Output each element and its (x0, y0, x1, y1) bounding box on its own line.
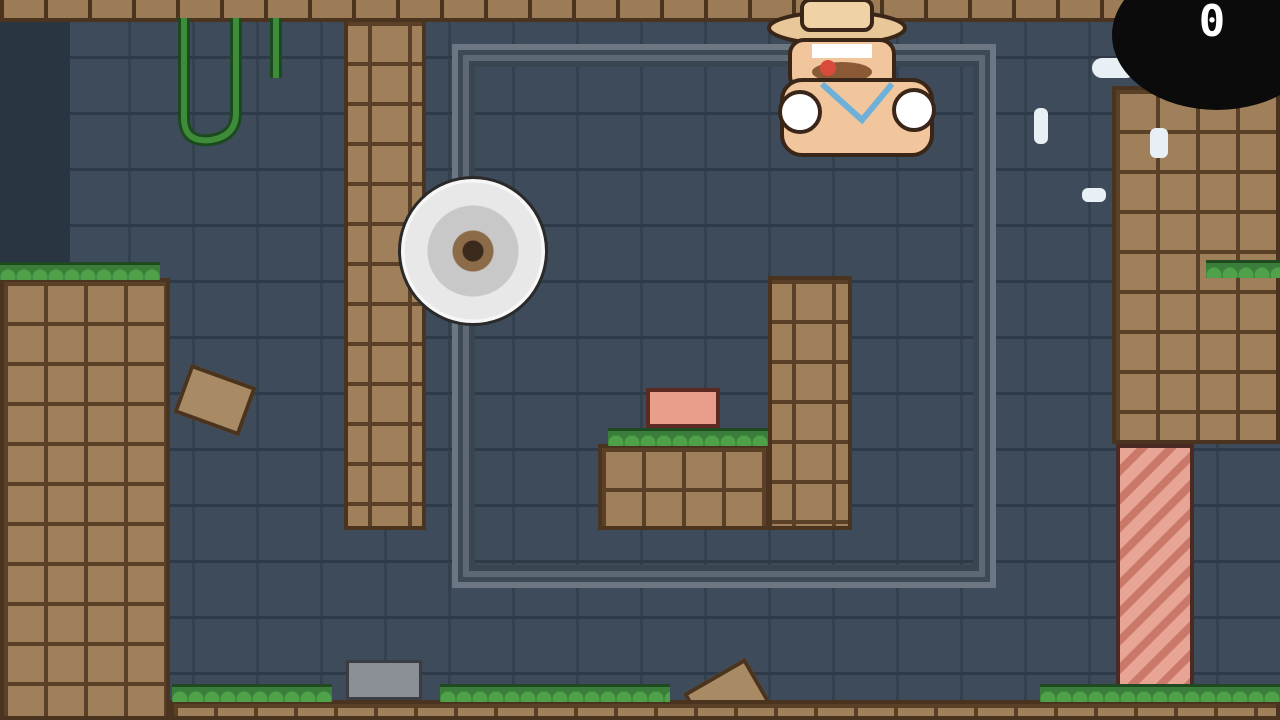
broken-stone-block (346, 660, 422, 700)
floor (170, 700, 1280, 720)
hanging-vines (178, 18, 282, 147)
brick-tower (768, 276, 852, 530)
counter-value: 0 (1198, 0, 1226, 47)
floor-grass (1040, 684, 1280, 702)
floor-grass (440, 684, 670, 702)
debris-particle (1034, 108, 1048, 144)
explorer-icon (767, 0, 936, 157)
carved-totem-pillar (1116, 444, 1194, 720)
grassy-platform (598, 444, 770, 530)
saw-blade-icon (398, 176, 548, 326)
switch-block (646, 388, 720, 428)
platform-grass (608, 428, 770, 446)
debris-particle (1082, 188, 1106, 202)
left-brick-wall (0, 278, 170, 720)
game-stage: 0 (0, 0, 1280, 720)
floor-grass (172, 684, 332, 702)
debris-particle (1150, 128, 1168, 158)
left-wall-grass (0, 262, 160, 280)
right-wall-grass (1206, 260, 1280, 278)
